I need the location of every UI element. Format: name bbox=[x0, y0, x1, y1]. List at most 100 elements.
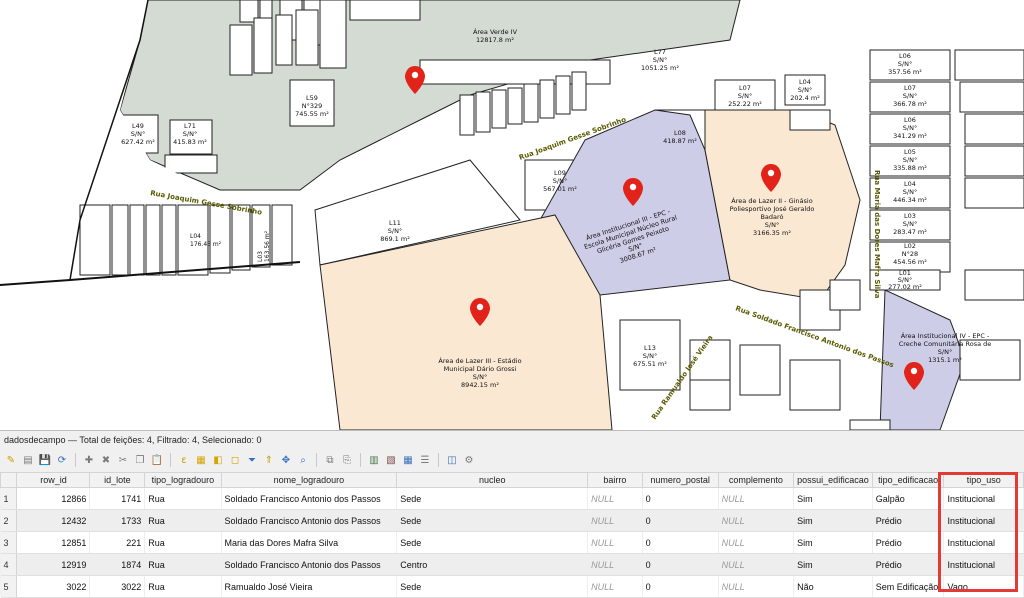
table-cell-tipo_uso[interactable]: Institucional bbox=[943, 553, 1024, 576]
table-cell-nome_logradouro[interactable]: Soldado Francisco Antonio dos Passos bbox=[221, 487, 398, 510]
column-header-nome_logradouro[interactable]: nome_logradouro bbox=[220, 472, 398, 488]
table-row[interactable]: 5 3022 3022 Rua Ramualdo José Vieira Sede NULL… bbox=[0, 575, 1024, 598]
multi-edit-icon[interactable]: ▤ bbox=[21, 453, 35, 467]
table-cell-id_lote[interactable]: 1741 bbox=[89, 487, 146, 510]
column-header-row-number[interactable] bbox=[0, 472, 18, 488]
table-cell-bairro[interactable]: NULL bbox=[587, 575, 643, 598]
table-cell-nome_logradouro[interactable]: Maria das Dores Mafra Silva bbox=[221, 531, 398, 554]
table-cell-bairro[interactable]: NULL bbox=[587, 509, 643, 532]
table-cell-numero_postal[interactable]: 0 bbox=[642, 575, 719, 598]
table-cell-tipo_uso[interactable]: Institucional bbox=[943, 487, 1024, 510]
table-cell-tipo_edificacao[interactable]: Galpão bbox=[872, 487, 945, 510]
table-cell-tipo_logradouro[interactable]: Rua bbox=[144, 575, 222, 598]
table-cell-nome_logradouro[interactable]: Soldado Francisco Antonio dos Passos bbox=[221, 509, 398, 532]
table-cell-tipo_edificacao[interactable]: Prédio bbox=[872, 553, 945, 576]
table-cell-tipo_logradouro[interactable]: Rua bbox=[144, 531, 222, 554]
table-cell-id_lote[interactable]: 3022 bbox=[89, 575, 146, 598]
table-cell-nome_logradouro[interactable]: Ramualdo José Vieira bbox=[221, 575, 398, 598]
table-cell-tipo_edificacao[interactable]: Prédio bbox=[872, 509, 945, 532]
add-feature-icon[interactable]: ✚ bbox=[82, 453, 96, 467]
delete-icon[interactable]: ✖ bbox=[99, 453, 113, 467]
column-header-row_id[interactable]: row_id bbox=[16, 472, 91, 488]
field-calculator-icon[interactable]: ▦ bbox=[401, 453, 415, 467]
table-cell-tipo_edificacao[interactable]: Sem Edificação bbox=[872, 575, 945, 598]
copy-rows-icon[interactable]: ⧉ bbox=[323, 453, 337, 467]
column-header-tipo_logradouro[interactable]: tipo_logradouro bbox=[144, 472, 222, 488]
filter-icon[interactable]: ⏷ bbox=[245, 453, 259, 467]
table-cell-bairro[interactable]: NULL bbox=[587, 531, 643, 554]
row-number[interactable]: 1 bbox=[0, 487, 18, 510]
cut-icon[interactable]: ✂ bbox=[116, 453, 130, 467]
table-cell-tipo_edificacao[interactable]: Prédio bbox=[872, 531, 945, 554]
invert-selection-icon[interactable]: ◧ bbox=[211, 453, 225, 467]
table-cell-numero_postal[interactable]: 0 bbox=[642, 531, 719, 554]
column-header-numero_postal[interactable]: numero_postal bbox=[641, 472, 719, 488]
table-cell-possui_edificacao[interactable]: Sim bbox=[793, 553, 873, 576]
table-cell-possui_edificacao[interactable]: Sim bbox=[793, 509, 873, 532]
table-cell-id_lote[interactable]: 1874 bbox=[89, 553, 146, 576]
table-row[interactable]: 1 12866 1741 Rua Soldado Francisco Antonio d… bbox=[0, 487, 1024, 510]
table-cell-possui_edificacao[interactable]: Sim bbox=[793, 487, 873, 510]
new-field-icon[interactable]: ▥ bbox=[367, 453, 381, 467]
table-cell-complemento[interactable]: NULL bbox=[718, 509, 795, 532]
deselect-icon[interactable]: ◻ bbox=[228, 453, 242, 467]
row-number[interactable]: 3 bbox=[0, 531, 18, 554]
table-cell-nucleo[interactable]: Sede bbox=[396, 531, 589, 554]
table-row[interactable]: 3 12851 221 Rua Maria das Dores Mafra Silva S… bbox=[0, 531, 1024, 554]
table-cell-bairro[interactable]: NULL bbox=[587, 487, 643, 510]
table-cell-id_lote[interactable]: 221 bbox=[89, 531, 146, 554]
table-cell-row_id[interactable]: 12432 bbox=[16, 509, 91, 532]
table-cell-row_id[interactable]: 12851 bbox=[16, 531, 91, 554]
table-cell-complemento[interactable]: NULL bbox=[718, 531, 795, 554]
save-icon[interactable]: 💾 bbox=[38, 453, 52, 467]
row-number[interactable]: 5 bbox=[0, 575, 18, 598]
table-cell-tipo_uso[interactable]: Institucional bbox=[943, 531, 1024, 554]
expression-select-icon[interactable]: ε bbox=[177, 453, 191, 467]
column-header-id_lote[interactable]: id_lote bbox=[89, 472, 146, 488]
table-cell-tipo_logradouro[interactable]: Rua bbox=[144, 487, 222, 510]
column-header-complemento[interactable]: complemento bbox=[717, 472, 795, 488]
pencil-icon[interactable]: ✎ bbox=[4, 453, 18, 467]
reload-icon[interactable]: ⟳ bbox=[55, 453, 69, 467]
actions-icon[interactable]: ⚙ bbox=[462, 453, 476, 467]
column-header-possui_edificacao[interactable]: possui_edificacao bbox=[793, 472, 873, 488]
table-cell-possui_edificacao[interactable]: Sim bbox=[793, 531, 873, 554]
table-cell-row_id[interactable]: 3022 bbox=[16, 575, 91, 598]
table-cell-complemento[interactable]: NULL bbox=[718, 553, 795, 576]
table-cell-row_id[interactable]: 12866 bbox=[16, 487, 91, 510]
column-header-bairro[interactable]: bairro bbox=[587, 472, 643, 488]
table-cell-nucleo[interactable]: Sede bbox=[396, 509, 589, 532]
table-cell-bairro[interactable]: NULL bbox=[587, 553, 643, 576]
table-cell-nucleo[interactable]: Sede bbox=[396, 487, 589, 510]
zoom-to-selection-icon[interactable]: ⌕ bbox=[296, 453, 310, 467]
table-cell-tipo_logradouro[interactable]: Rua bbox=[144, 509, 222, 532]
table-cell-nucleo[interactable]: Sede bbox=[396, 575, 589, 598]
table-cell-nucleo[interactable]: Centro bbox=[396, 553, 589, 576]
copy-icon[interactable]: ❐ bbox=[133, 453, 147, 467]
table-cell-tipo_uso[interactable]: Vago bbox=[943, 575, 1024, 598]
delete-field-icon[interactable]: ▧ bbox=[384, 453, 398, 467]
dock-icon[interactable]: ◫ bbox=[445, 453, 459, 467]
table-row[interactable]: 4 12919 1874 Rua Soldado Francisco Antonio d… bbox=[0, 553, 1024, 576]
column-header-tipo_edificacao[interactable]: tipo_edificacao bbox=[871, 472, 945, 488]
row-number[interactable]: 2 bbox=[0, 509, 18, 532]
table-cell-numero_postal[interactable]: 0 bbox=[642, 509, 719, 532]
column-header-tipo_uso[interactable]: tipo_uso bbox=[943, 472, 1024, 488]
table-cell-tipo_uso[interactable]: Institucional bbox=[943, 509, 1024, 532]
move-selection-top-icon[interactable]: ⇑ bbox=[262, 453, 276, 467]
table-row[interactable]: 2 12432 1733 Rua Soldado Francisco Antonio d… bbox=[0, 509, 1024, 532]
table-cell-complemento[interactable]: NULL bbox=[718, 575, 795, 598]
table-cell-complemento[interactable]: NULL bbox=[718, 487, 795, 510]
paste-rows-icon[interactable]: ⎘ bbox=[340, 453, 354, 467]
pan-to-selection-icon[interactable]: ✥ bbox=[279, 453, 293, 467]
table-cell-numero_postal[interactable]: 0 bbox=[642, 487, 719, 510]
table-cell-nome_logradouro[interactable]: Soldado Francisco Antonio dos Passos bbox=[221, 553, 398, 576]
table-cell-possui_edificacao[interactable]: Não bbox=[793, 575, 873, 598]
conditional-format-icon[interactable]: ☰ bbox=[418, 453, 432, 467]
map-canvas[interactable]: Rua Joaquim Gesse Sobrinho Rua Joaquim G… bbox=[0, 0, 1024, 430]
row-number[interactable]: 4 bbox=[0, 553, 18, 576]
paste-icon[interactable]: 📋 bbox=[150, 453, 164, 467]
select-all-icon[interactable]: ▦ bbox=[194, 453, 208, 467]
table-cell-row_id[interactable]: 12919 bbox=[16, 553, 91, 576]
table-cell-id_lote[interactable]: 1733 bbox=[89, 509, 146, 532]
